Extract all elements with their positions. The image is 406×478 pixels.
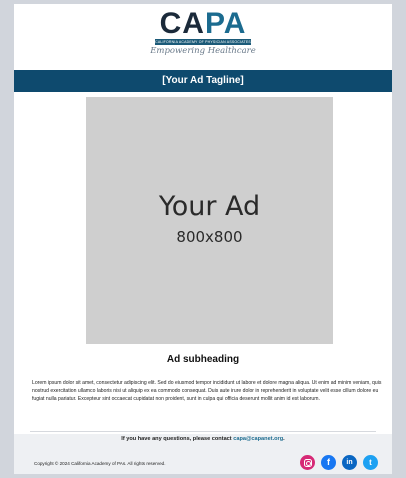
logo-tagline: Empowering Healthcare (150, 46, 256, 56)
instagram-icon[interactable] (300, 455, 315, 470)
logo-org-line: CALIFORNIA ACADEMY OF PHYSICIAN ASSOCIAT… (155, 39, 251, 45)
email-card: CAPA CALIFORNIA ACADEMY OF PHYSICIAN ASS… (14, 4, 392, 434)
footer-divider (30, 431, 376, 432)
ad-body-text: Lorem ipsum dolor sit amet, consectetur … (32, 380, 382, 402)
instagram-glyph (303, 458, 312, 467)
facebook-icon[interactable]: f (321, 455, 336, 470)
logo-wordmark-main: CA (159, 7, 205, 40)
email-frame: CAPA CALIFORNIA ACADEMY OF PHYSICIAN ASS… (14, 4, 392, 474)
ad-placeholder-size: 800x800 (176, 228, 243, 246)
linkedin-glyph: in (346, 459, 353, 466)
contact-email-link[interactable]: capa@capanet.org (233, 436, 283, 442)
ad-placeholder-title: Your Ad (158, 191, 261, 222)
twitter-glyph: t (369, 458, 372, 467)
contact-prefix: If you have any questions, please contac… (121, 436, 234, 442)
copyright-text: Copyright © 2024 California Academy of P… (34, 461, 166, 466)
capa-logo[interactable]: CAPA CALIFORNIA ACADEMY OF PHYSICIAN ASS… (14, 7, 392, 57)
twitter-icon[interactable]: t (363, 455, 378, 470)
logo-wordmark-accent: PA (204, 7, 247, 40)
logo-wordmark: CAPA (159, 7, 247, 40)
contact-line: If you have any questions, please contac… (14, 436, 392, 442)
ad-tagline-banner: [Your Ad Tagline] (14, 70, 392, 92)
linkedin-icon[interactable]: in (342, 455, 357, 470)
ad-placeholder-image[interactable]: Your Ad 800x800 (86, 97, 333, 344)
contact-suffix: . (283, 436, 285, 442)
ad-subheading: Ad subheading (166, 354, 240, 365)
facebook-glyph: f (327, 457, 330, 467)
social-links: f in t (300, 455, 378, 471)
